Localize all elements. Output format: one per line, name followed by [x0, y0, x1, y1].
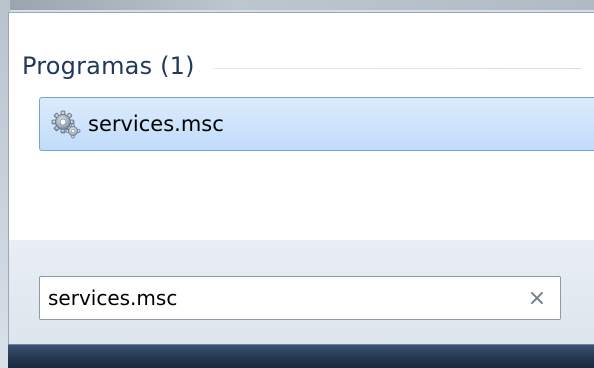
start-menu-frame: Programas (1) services.msc services.msc … — [0, 0, 594, 368]
result-item-services-msc[interactable]: services.msc — [39, 97, 594, 151]
gear-icon — [50, 108, 82, 140]
search-area: × — [8, 240, 594, 344]
frame-top-edge — [0, 0, 594, 10]
results-group-header: Programas (1) — [22, 52, 582, 80]
search-box: × — [39, 276, 561, 320]
search-input[interactable] — [40, 277, 522, 319]
group-divider — [212, 67, 582, 69]
taskbar — [8, 344, 594, 368]
result-item-label: services.msc — [88, 112, 224, 136]
results-group-title: Programas (1) — [22, 52, 195, 80]
clear-search-button[interactable]: × — [522, 283, 552, 313]
